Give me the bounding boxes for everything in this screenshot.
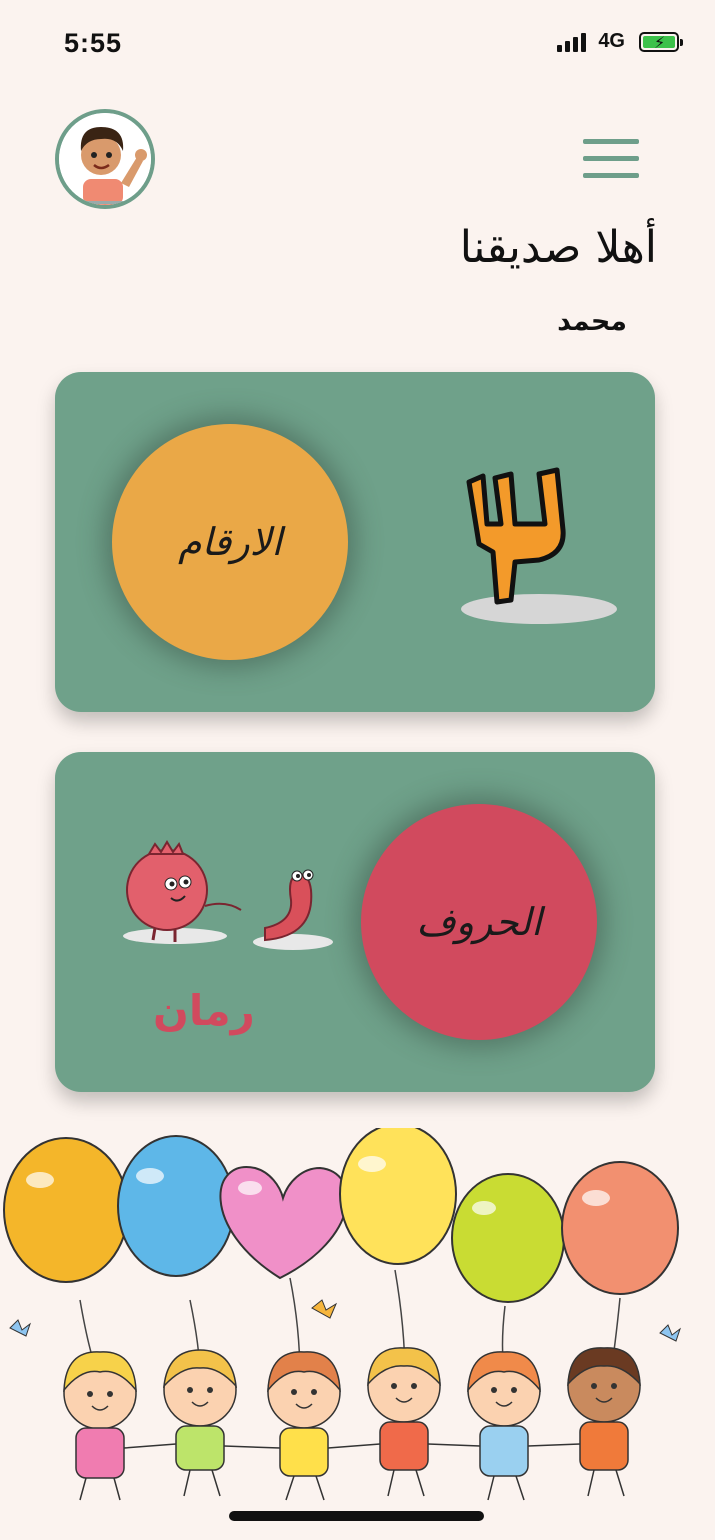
battery-icon: ⚡ <box>639 31 683 52</box>
status-icons: 4G ⚡ <box>557 30 683 53</box>
signal-icon <box>557 32 587 52</box>
network-label: 4G <box>598 30 625 52</box>
digit-three-icon <box>461 467 617 624</box>
avatar[interactable] <box>55 109 155 209</box>
numbers-label: الارقام <box>178 520 282 564</box>
boy-waving-avatar-icon <box>59 113 151 205</box>
hamburger-menu-icon[interactable] <box>583 139 641 181</box>
home-indicator[interactable] <box>229 1511 484 1521</box>
status-time: 5:55 <box>64 28 123 58</box>
word-label: رمان <box>153 986 255 1035</box>
balloons-and-children-icon <box>3 1128 681 1501</box>
letters-label: الحروف <box>416 900 542 944</box>
pomegranate-and-worm-icon <box>123 840 333 950</box>
numbers-card[interactable]: الارقام <box>55 372 655 712</box>
letters-card[interactable]: رمان الحروف <box>55 752 655 1092</box>
letters-button[interactable]: الحروف <box>361 804 597 1040</box>
username: محمد <box>557 306 627 337</box>
numbers-button[interactable]: الارقام <box>112 424 348 660</box>
status-bar: 5:55 4G ⚡ <box>0 0 715 90</box>
greeting-title: أهلا صديقنا <box>459 222 657 273</box>
